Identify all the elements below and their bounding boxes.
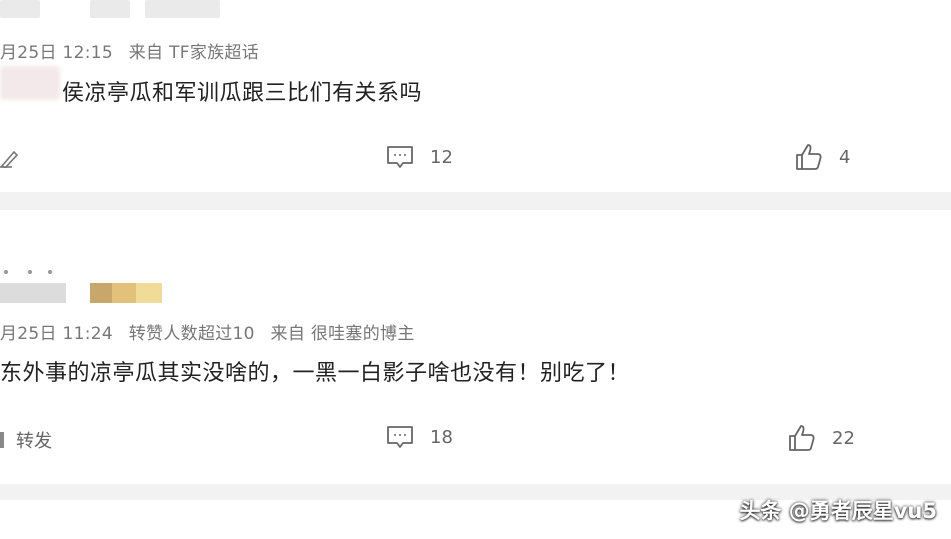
blurred-dots — [0, 270, 60, 276]
comment-text-2: 东外事的凉亭瓜其实没啥的，一黑一白影子啥也没有！别吃了！ — [0, 361, 631, 386]
like-count: 4 — [839, 146, 851, 168]
blurred-username — [0, 0, 220, 18]
comment-icon — [386, 425, 414, 449]
blurred-avatar — [0, 66, 60, 100]
comment-source-2: 来自 很哇塞的博主 — [270, 324, 415, 344]
comment-text-body: 凉亭瓜和军训瓜跟三比们有关系吗 — [84, 81, 423, 106]
repost-button[interactable]: 转发 — [0, 427, 52, 453]
thumbs-up-icon — [788, 424, 816, 452]
watermark: 头条 @勇者辰星vu5 — [739, 499, 937, 523]
comment-date: 月25日 12:15 — [0, 43, 114, 63]
comment-meta-2: 月25日 11:24 转赞人数超过10 来自 很哇塞的博主 — [0, 319, 425, 344]
comment-card-1: 月25日 12:15 来自 TF家族超话 侯凉亭瓜和军训瓜跟三比们有关系吗 12… — [0, 0, 951, 190]
comment-divider — [0, 192, 951, 210]
comment-meta: 月25日 12:15 来自 TF家族超话 — [0, 38, 269, 63]
comment-source: 来自 TF家族超话 — [128, 43, 260, 63]
reply-button[interactable]: 12 — [386, 145, 453, 169]
like-button[interactable]: 4 — [795, 143, 850, 171]
reply-count-2: 18 — [430, 426, 453, 448]
edit-icon[interactable] — [0, 146, 19, 173]
thumbs-up-icon — [795, 143, 823, 171]
repost-icon — [0, 432, 4, 448]
like-count-2: 22 — [832, 427, 855, 449]
comment-repost-info: 转赞人数超过10 — [128, 324, 255, 344]
repost-label: 转发 — [16, 431, 52, 452]
reply-count: 12 — [430, 146, 453, 168]
comment-text-prefix: 侯 — [62, 81, 85, 106]
like-button-2[interactable]: 22 — [788, 424, 855, 452]
comment-icon — [386, 145, 414, 169]
comment-text: 侯凉亭瓜和军训瓜跟三比们有关系吗 — [62, 75, 422, 107]
reply-button-2[interactable]: 18 — [386, 425, 453, 449]
comment-date-2: 月25日 11:24 — [0, 324, 114, 344]
